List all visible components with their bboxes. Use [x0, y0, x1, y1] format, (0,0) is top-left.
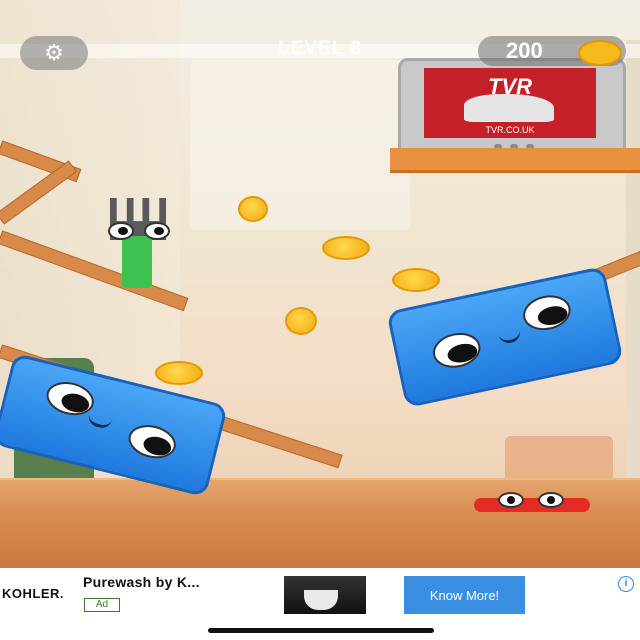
shelf-pole [626, 40, 640, 540]
fork-eye [144, 222, 170, 240]
coin[interactable] [155, 361, 203, 385]
toaster-mouth [498, 329, 523, 346]
coin[interactable] [322, 236, 370, 260]
settings-button[interactable]: ⚙ [20, 36, 88, 70]
ad-badge: Ad [84, 598, 120, 612]
ad-title[interactable]: Purewash by K... [83, 574, 200, 590]
toaster-eye [125, 420, 180, 464]
gear-icon: ⚙ [44, 40, 64, 65]
car-image [464, 94, 554, 122]
coin[interactable] [392, 268, 440, 292]
game-scene[interactable]: TVR TVR.CO.UK ⚙ LEVEL 8 200 [0, 0, 640, 568]
ad-brand-logo[interactable]: KOHLER. [2, 586, 64, 601]
background-window [190, 60, 410, 230]
toaster-eye [519, 291, 574, 335]
toaster-mouth [86, 413, 113, 431]
level-label: LEVEL 8 [278, 38, 362, 59]
worm-eye [538, 492, 564, 508]
coin-icon [578, 40, 622, 66]
shelf [390, 148, 640, 173]
fork-handle [122, 236, 152, 288]
info-icon[interactable]: i [618, 576, 634, 592]
know-more-button[interactable]: Know More! [404, 576, 525, 614]
tv-url: TVR.CO.UK [485, 125, 535, 135]
worm-eye [498, 492, 524, 508]
red-worm[interactable] [474, 492, 590, 512]
toaster-eye [429, 328, 484, 372]
coin[interactable] [238, 196, 268, 222]
coin-count: 200 [506, 38, 543, 63]
coin[interactable] [285, 307, 317, 335]
tv-screen: TVR TVR.CO.UK [424, 68, 596, 138]
home-indicator[interactable] [208, 628, 434, 633]
fork-eye [108, 222, 134, 240]
